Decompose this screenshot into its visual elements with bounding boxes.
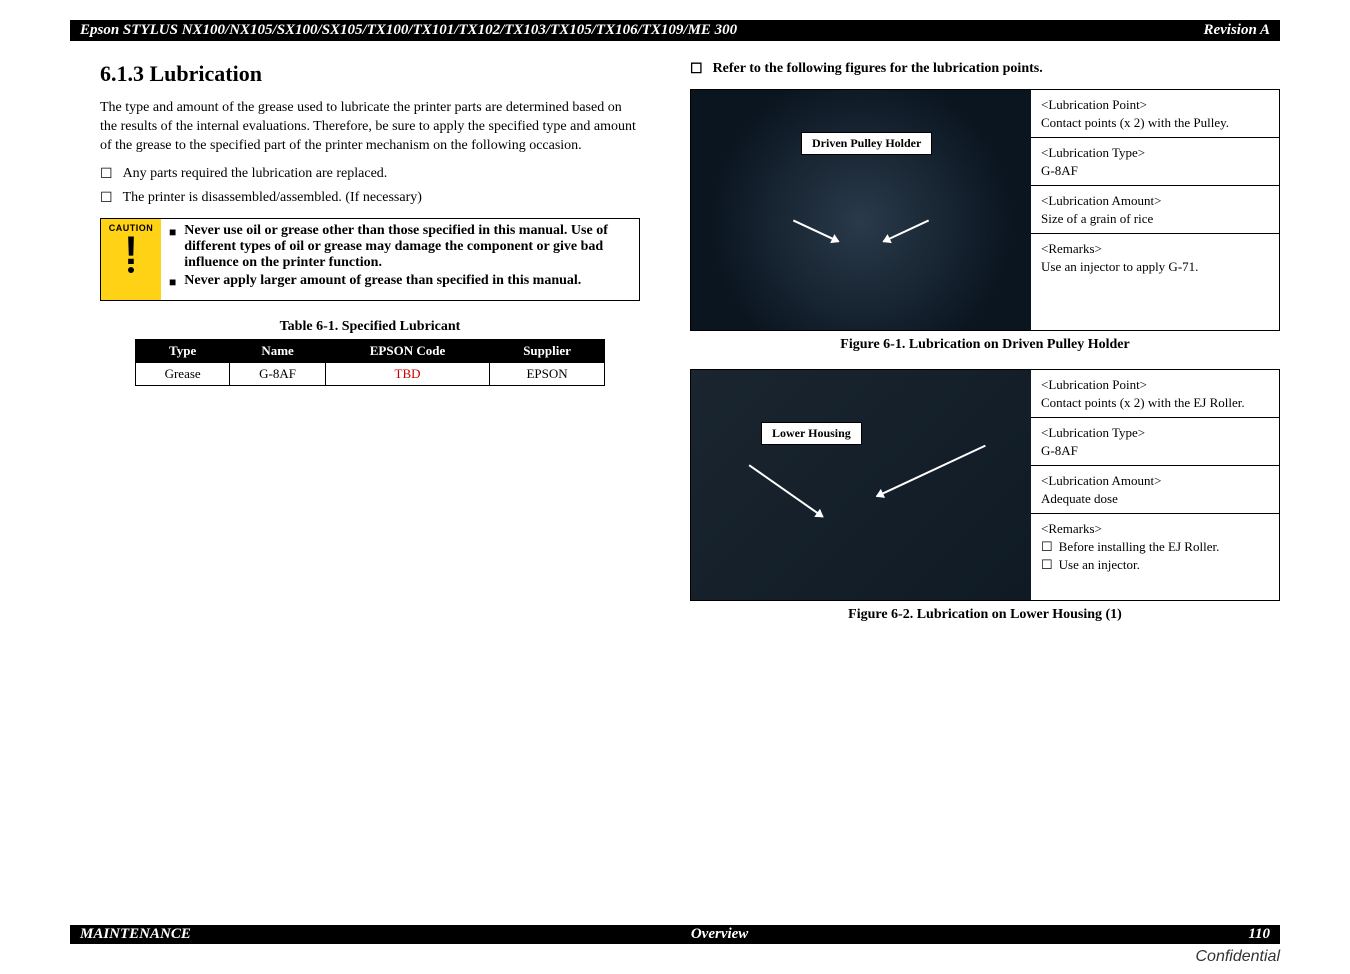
square-bullet-icon: ☐ [1041,556,1053,574]
info-head: <Lubrication Point> [1041,376,1269,394]
info-body: G-8AF [1041,162,1269,180]
lubricant-table: Type Name EPSON Code Supplier Grease G-8… [135,339,605,386]
list-item: ☐ Before installing the EJ Roller. [1041,538,1269,556]
footer-right: 110 [1248,926,1270,943]
table-header-row: Type Name EPSON Code Supplier [136,340,605,363]
image-callout-label: Driven Pulley Holder [801,132,932,155]
bullet-text: The printer is disassembled/assembled. (… [123,190,422,206]
image-placeholder [691,90,1031,330]
info-head: <Remarks> [1041,520,1269,538]
info-box: <Lubrication Amount> Adequate dose [1031,466,1279,514]
footer-left: MAINTENANCE [80,926,191,943]
header-bar: Epson STYLUS NX100/NX105/SX100/SX105/TX1… [70,20,1280,41]
bullet-text: Any parts required the lubrication are r… [123,166,388,182]
list-item: ■ Never use oil or grease other than tho… [169,223,629,271]
caution-icon-panel: CAUTION ! [101,219,161,300]
info-head: <Lubrication Amount> [1041,192,1269,210]
list-item: ☐ Use an injector. [1041,556,1269,574]
table-header: Supplier [490,340,605,363]
info-body: G-8AF [1041,442,1269,460]
info-box: <Lubrication Point> Contact points (x 2)… [1031,370,1279,418]
info-head: <Remarks> [1041,240,1269,258]
info-box: <Lubrication Amount> Size of a grain of … [1031,186,1279,234]
caution-text: Never use oil or grease other than those… [184,223,629,271]
figure-image-2: Lower Housing [691,370,1031,600]
section-title: 6.1.3 Lubrication [100,61,640,87]
table-cell: G-8AF [230,363,326,386]
confidential-label: Confidential [1196,948,1281,966]
filled-square-icon: ■ [169,273,176,292]
figure-caption-2: Figure 6-2. Lubrication on Lower Housing… [690,607,1280,623]
list-item: ☐ Any parts required the lubrication are… [100,166,640,184]
remark-text: Before installing the EJ Roller. [1059,538,1220,556]
figure-info-1: <Lubrication Point> Contact points (x 2)… [1031,90,1279,330]
info-body: Adequate dose [1041,490,1269,508]
info-box: <Remarks> ☐ Before installing the EJ Rol… [1031,514,1279,600]
table-cell: TBD [325,363,489,386]
right-column: ☐ Refer to the following figures for the… [690,61,1280,639]
caution-text: Never apply larger amount of grease than… [184,273,581,292]
figure-image-1: Driven Pulley Holder [691,90,1031,330]
table-header: EPSON Code [325,340,489,363]
figure-block-2: Lower Housing <Lubrication Point> Contac… [690,369,1280,601]
info-head: <Lubrication Type> [1041,144,1269,162]
header-title-right: Revision A [1203,22,1270,39]
caution-body: ■ Never use oil or grease other than tho… [161,219,639,300]
caution-box: CAUTION ! ■ Never use oil or grease othe… [100,218,640,301]
image-placeholder [691,370,1031,600]
table-title: Table 6-1. Specified Lubricant [100,319,640,335]
table-header: Type [136,340,230,363]
lead-bullet-text: Refer to the following figures for the l… [713,61,1043,77]
list-item: ■ Never apply larger amount of grease th… [169,273,629,292]
figure-caption-1: Figure 6-1. Lubrication on Driven Pulley… [690,337,1280,353]
remark-text: Use an injector. [1059,556,1140,574]
info-head: <Lubrication Amount> [1041,472,1269,490]
exclamation-dot-icon [128,267,134,273]
intro-paragraph: The type and amount of the grease used t… [100,99,640,156]
footer-bar: MAINTENANCE Overview 110 [70,925,1280,944]
info-box: <Lubrication Point> Contact points (x 2)… [1031,90,1279,138]
left-column: 6.1.3 Lubrication The type and amount of… [100,61,640,639]
table-cell: Grease [136,363,230,386]
info-body: Contact points (x 2) with the EJ Roller. [1041,394,1269,412]
list-item: ☐ Refer to the following figures for the… [690,61,1280,79]
list-item: ☐ The printer is disassembled/assembled.… [100,190,640,208]
info-head: <Lubrication Point> [1041,96,1269,114]
square-bullet-icon: ☐ [1041,538,1053,556]
footer-center: Overview [691,926,748,943]
info-head: <Lubrication Type> [1041,424,1269,442]
exclamation-icon: ! [124,233,137,269]
info-box: <Lubrication Type> G-8AF [1031,418,1279,466]
content-area: 6.1.3 Lubrication The type and amount of… [0,41,1350,639]
figure-info-2: <Lubrication Point> Contact points (x 2)… [1031,370,1279,600]
filled-square-icon: ■ [169,223,176,271]
info-body: Use an injector to apply G-71. [1041,258,1269,276]
header-title-left: Epson STYLUS NX100/NX105/SX100/SX105/TX1… [80,22,737,39]
info-box: <Remarks> Use an injector to apply G-71. [1031,234,1279,330]
table-row: Grease G-8AF TBD EPSON [136,363,605,386]
square-bullet-icon: ☐ [100,166,113,184]
info-body: Size of a grain of rice [1041,210,1269,228]
table-header: Name [230,340,326,363]
square-bullet-icon: ☐ [690,61,703,79]
square-bullet-icon: ☐ [100,190,113,208]
info-box: <Lubrication Type> G-8AF [1031,138,1279,186]
figure-block-1: Driven Pulley Holder <Lubrication Point>… [690,89,1280,331]
info-body: Contact points (x 2) with the Pulley. [1041,114,1269,132]
image-callout-label: Lower Housing [761,422,862,445]
table-cell: EPSON [490,363,605,386]
